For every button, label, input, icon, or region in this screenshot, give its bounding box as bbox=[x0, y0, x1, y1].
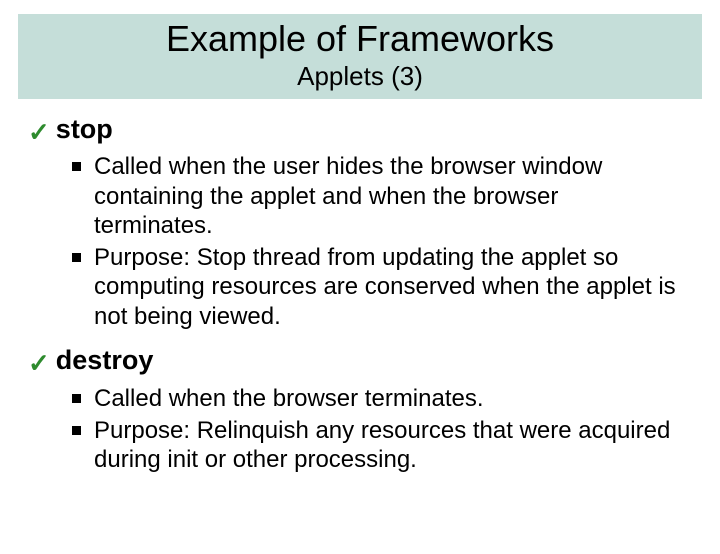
checkmark-icon: ✓ bbox=[28, 119, 50, 145]
list-item: Called when the browser terminates. bbox=[72, 384, 680, 413]
checkmark-icon: ✓ bbox=[28, 350, 50, 376]
section-label: stop bbox=[56, 113, 113, 147]
slide-title: Example of Frameworks bbox=[18, 18, 702, 59]
section-header: ✓ stop bbox=[28, 113, 692, 147]
bullet-list: Called when the user hides the browser w… bbox=[28, 146, 692, 342]
section-destroy: ✓ destroy Called when the browser termin… bbox=[28, 344, 692, 486]
bullet-list: Called when the browser terminates. Purp… bbox=[28, 378, 692, 486]
section-stop: ✓ stop Called when the user hides the br… bbox=[28, 113, 692, 342]
content-area: ✓ stop Called when the user hides the br… bbox=[0, 99, 720, 486]
slide-subtitle: Applets (3) bbox=[18, 61, 702, 92]
list-item: Purpose: Stop thread from updating the a… bbox=[72, 243, 680, 331]
slide: Example of Frameworks Applets (3) ✓ stop… bbox=[0, 14, 720, 554]
section-header: ✓ destroy bbox=[28, 344, 692, 378]
title-block: Example of Frameworks Applets (3) bbox=[18, 14, 702, 99]
section-label: destroy bbox=[56, 344, 154, 378]
list-item: Called when the user hides the browser w… bbox=[72, 152, 680, 240]
list-item: Purpose: Relinquish any resources that w… bbox=[72, 416, 680, 475]
